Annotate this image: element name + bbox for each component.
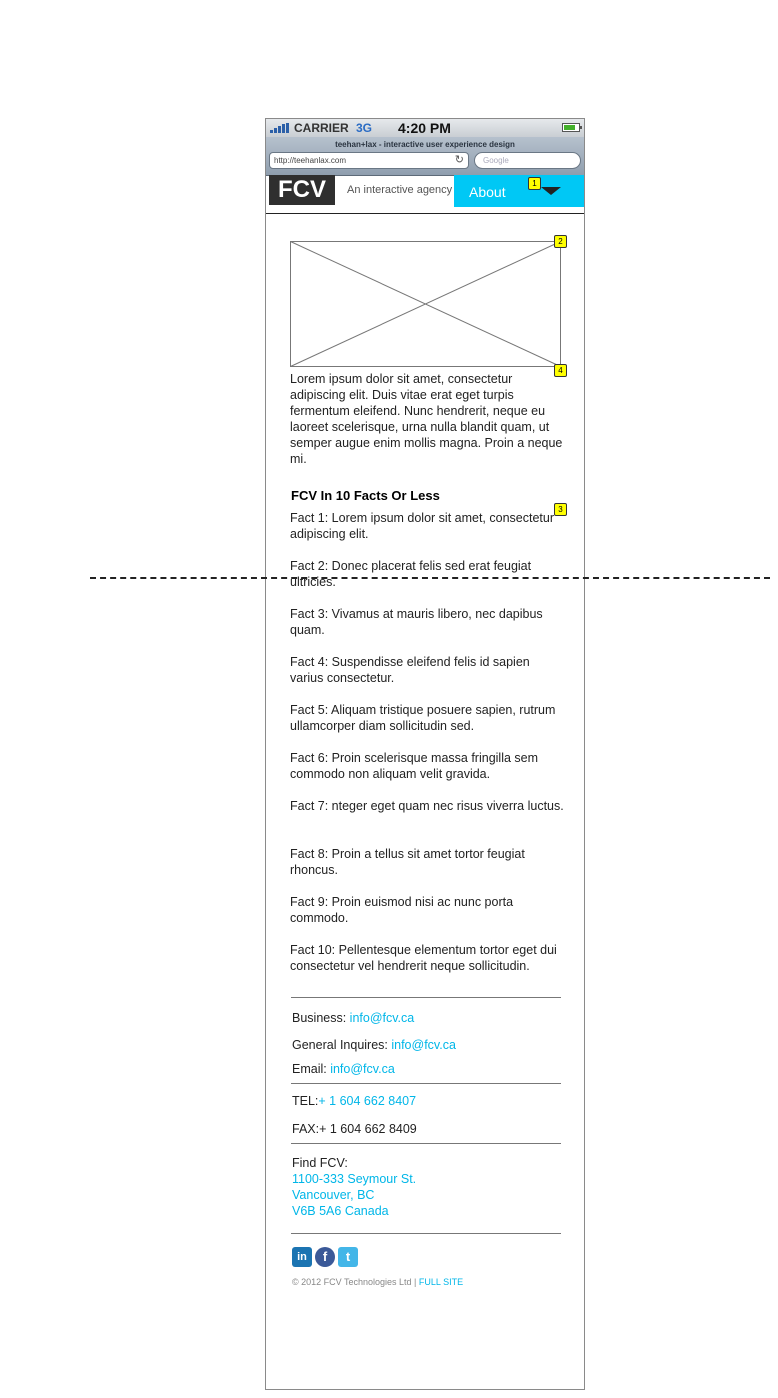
fact-item: Fact 6: Proin scelerisque massa fringill…: [290, 751, 539, 781]
fact-item: Fact 5: Aliquam tristique posuere sapien…: [290, 703, 556, 733]
facts-heading: FCV In 10 Facts Or Less: [291, 488, 440, 503]
network-label: 3G: [356, 121, 373, 135]
address-line[interactable]: Vancouver, BC: [292, 1187, 416, 1203]
status-bar: CARRIER 3G 4:20 PM: [266, 119, 584, 137]
search-input[interactable]: Google: [474, 152, 581, 169]
contact-fax: FAX:+ 1 604 662 8409: [292, 1122, 417, 1136]
footer-copyright: © 2012 FCV Technologies Ltd | FULL SITE: [292, 1277, 463, 1287]
general-label: General Inquires:: [292, 1038, 392, 1052]
business-email-link[interactable]: info@fcv.ca: [350, 1011, 415, 1025]
contact-business: Business: info@fcv.ca: [292, 1011, 414, 1025]
phone-frame: CARRIER 3G 4:20 PM teehan+lax - interact…: [265, 118, 585, 1390]
divider: [291, 1143, 561, 1144]
reload-icon[interactable]: ↻: [455, 153, 464, 168]
address-label: Find FCV:: [292, 1156, 348, 1170]
contact-email: Email: info@fcv.ca: [292, 1062, 395, 1076]
fax-label: FAX:: [292, 1122, 320, 1136]
tagline: An interactive agency: [347, 184, 453, 196]
tel-label: TEL:: [292, 1094, 319, 1108]
tel-link[interactable]: + 1 604 662 8407: [318, 1094, 416, 1108]
logo[interactable]: FCV: [269, 175, 335, 205]
browser-title: teehan+lax - interactive user experience…: [335, 140, 515, 149]
copyright-text: © 2012 FCV Technologies Ltd |: [292, 1277, 419, 1287]
annotation-marker: 2: [554, 235, 567, 248]
contact-tel: TEL:+ 1 604 662 8407: [292, 1094, 416, 1108]
divider: [291, 997, 561, 998]
address-block: Find FCV: 1100-333 Seymour St. Vancouver…: [292, 1155, 416, 1219]
signal-icon: [270, 123, 292, 133]
fold-line: [90, 577, 770, 579]
facts-list: Fact 1: Lorem ipsum dolor sit amet, cons…: [290, 510, 566, 990]
intro-paragraph: Lorem ipsum dolor sit amet, consectetur …: [290, 372, 563, 466]
browser-chrome: teehan+lax - interactive user experience…: [266, 137, 584, 176]
address-line[interactable]: V6B 5A6 Canada: [292, 1203, 416, 1219]
twitter-icon[interactable]: t: [338, 1247, 358, 1267]
divider: [291, 1083, 561, 1084]
search-placeholder: Google: [483, 156, 509, 165]
url-text: http://teehanlax.com: [274, 156, 347, 165]
divider: [291, 1233, 561, 1234]
fax-number: + 1 604 662 8409: [319, 1122, 417, 1136]
carrier-label: CARRIER: [294, 121, 349, 135]
chevron-down-icon[interactable]: [541, 187, 561, 195]
business-label: Business:: [292, 1011, 350, 1025]
email-label: Email:: [292, 1062, 331, 1076]
full-site-link[interactable]: FULL SITE: [419, 1277, 463, 1287]
fact-item: Fact 2: Donec placerat felis sed erat fe…: [290, 559, 532, 589]
email-link[interactable]: info@fcv.ca: [330, 1062, 395, 1076]
url-input[interactable]: http://teehanlax.com ↻: [269, 152, 469, 169]
clock: 4:20 PM: [398, 120, 451, 136]
fact-item: Fact 10: Pellentesque elementum tortor e…: [290, 943, 557, 973]
nav-menu-about[interactable]: About: [454, 175, 584, 207]
social-links: in f t: [292, 1247, 361, 1269]
facebook-icon[interactable]: f: [315, 1247, 335, 1267]
image-placeholder: [290, 241, 561, 367]
fact-item: Fact 1: Lorem ipsum dolor sit amet, cons…: [290, 511, 554, 541]
fact-item: Fact 8: Proin a tellus sit amet tortor f…: [290, 847, 525, 877]
fact-item: Fact 4: Suspendisse eleifend felis id sa…: [290, 655, 530, 685]
general-email-link[interactable]: info@fcv.ca: [391, 1038, 456, 1052]
annotation-marker: 1: [528, 177, 541, 190]
fact-item: Fact 7: nteger eget quam nec risus viver…: [290, 799, 564, 813]
fact-item: Fact 3: Vivamus at mauris libero, nec da…: [290, 607, 543, 637]
fact-item: Fact 9: Proin euismod nisi ac nunc porta…: [290, 895, 514, 925]
contact-general: General Inquires: info@fcv.ca: [292, 1038, 456, 1052]
nav-label: About: [469, 184, 506, 200]
linkedin-icon[interactable]: in: [292, 1247, 312, 1267]
battery-icon: [562, 123, 582, 132]
address-line[interactable]: 1100-333 Seymour St.: [292, 1171, 416, 1187]
